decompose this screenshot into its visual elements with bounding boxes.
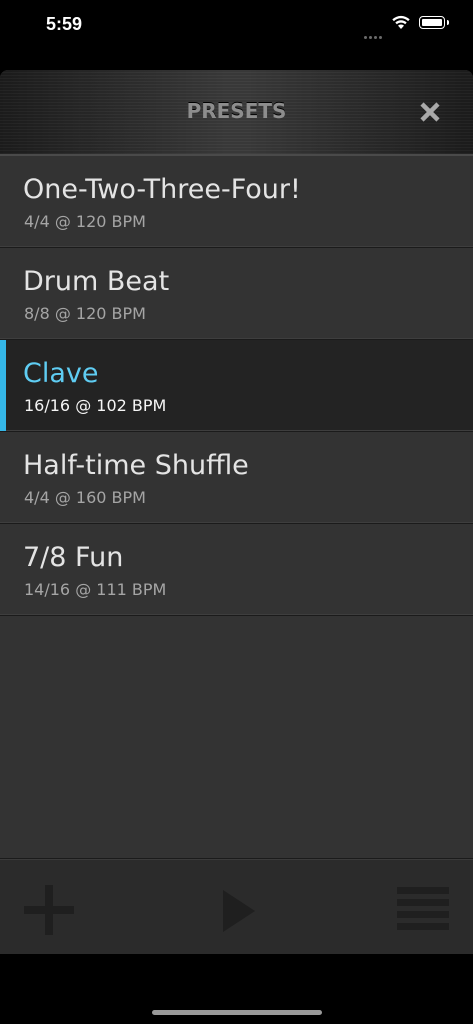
panel-header: PRESETS (0, 70, 473, 156)
preset-name: Clave (23, 358, 99, 389)
preset-meta: 16/16 @ 102 BPM (24, 396, 167, 415)
preset-name: 7/8 Fun (23, 542, 124, 573)
signal-dots-icon (364, 24, 386, 39)
plus-icon (24, 885, 74, 935)
battery-icon (419, 16, 449, 29)
home-indicator (152, 1010, 322, 1015)
add-preset-button[interactable] (22, 883, 76, 937)
preset-list-item[interactable]: Clave 16/16 @ 102 BPM (0, 340, 473, 432)
preset-list-item[interactable]: Drum Beat 8/8 @ 120 BPM (0, 248, 473, 340)
play-button[interactable] (221, 889, 257, 933)
page-title: PRESETS (186, 99, 287, 123)
status-time: 5:59 (46, 14, 83, 34)
preset-meta: 14/16 @ 111 BPM (24, 580, 167, 599)
preset-name: One-Two-Three-Four! (23, 174, 301, 205)
status-bar: 5:59 (0, 0, 473, 52)
preset-list: One-Two-Three-Four! 4/4 @ 120 BPM Drum Bea… (0, 156, 473, 616)
preset-meta: 4/4 @ 120 BPM (24, 212, 146, 231)
preset-meta: 8/8 @ 120 BPM (24, 304, 146, 323)
preset-list-item[interactable]: Half-time Shuffle 4/4 @ 160 BPM (0, 432, 473, 524)
wifi-icon (391, 14, 411, 30)
menu-button[interactable] (397, 885, 449, 933)
preset-meta: 4/4 @ 160 BPM (24, 488, 146, 507)
close-icon (420, 102, 440, 122)
preset-name: Drum Beat (23, 266, 170, 297)
play-icon (223, 890, 255, 932)
preset-list-item[interactable]: One-Two-Three-Four! 4/4 @ 120 BPM (0, 156, 473, 248)
close-button[interactable] (412, 94, 448, 130)
preset-name: Half-time Shuffle (23, 450, 249, 481)
presets-panel: PRESETS One-Two-Three-Four! 4/4 @ 120 BPM… (0, 70, 473, 954)
preset-list-item[interactable]: 7/8 Fun 14/16 @ 111 BPM (0, 524, 473, 616)
selected-indicator (0, 340, 6, 431)
bottom-toolbar (0, 858, 473, 954)
menu-icon (397, 887, 449, 930)
